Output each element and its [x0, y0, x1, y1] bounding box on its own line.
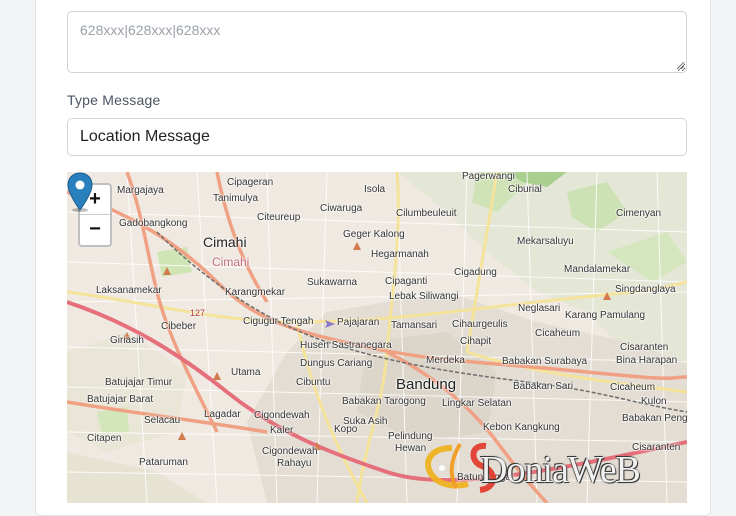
map-label-kebon-kangkung: Kebon Kangkung	[483, 422, 560, 433]
map-label-kaler: Kaler	[270, 425, 294, 436]
map-label-pajajaran: Pajajaran	[337, 317, 380, 328]
map-label-cigondewah: Cigondewah	[254, 410, 310, 421]
map-label-singdanglaya: Singdanglaya	[615, 284, 676, 295]
map-label-cibeber: Cibeber	[161, 321, 197, 332]
location-pin-icon[interactable]	[67, 172, 93, 212]
map-label-cihapit: Cihapit	[460, 336, 492, 347]
map-label-sukawarna: Sukawarna	[307, 277, 358, 288]
map-label-geger-kalong: Geger Kalong	[343, 229, 405, 240]
map-label-neglasari: Neglasari	[518, 303, 561, 314]
map-label-mekarsaluyu: Mekarsaluyu	[517, 236, 574, 247]
map-label-batujajar-barat: Batujajar Barat	[87, 394, 154, 405]
map-label-cilumbeuleuit: Cilumbeuleuit	[396, 208, 457, 219]
map-label-karang-pamulang: Karang Pamulang	[565, 310, 646, 321]
map-label-cigugur-tengah: Cigugur Tengah	[243, 316, 314, 327]
map-label-cigadung: Cigadung	[454, 267, 497, 278]
map-label-laksanamekar: Laksanamekar	[96, 285, 162, 296]
map-label-lingkar-selatan: Lingkar Selatan	[442, 398, 512, 409]
map-label-selacau: Selacau	[144, 415, 181, 426]
map-label-lebak-siliwangi: Lebak Siliwangi	[389, 291, 459, 302]
type-message-label: Type Message	[67, 92, 161, 108]
zoom-out-button[interactable]: −	[80, 215, 110, 244]
map-label-isola: Isola	[364, 184, 386, 195]
map-label-road-127: 127	[190, 308, 206, 318]
map-label-husen-sastranegara: Husen Sastranegara	[300, 340, 392, 351]
map-label-tamansari: Tamansari	[391, 320, 438, 331]
map-label-cisaranten: Cisaranten	[620, 342, 669, 353]
map-label-suka-asih: Suka Asih	[343, 416, 388, 427]
type-message-select[interactable]: Location Message	[67, 118, 687, 156]
map-label-merdeka: Merdeka	[426, 355, 465, 366]
map-label-cipaganti: Cipaganti	[385, 276, 428, 287]
map-label-tanimulya: Tanimulya	[213, 193, 259, 204]
map-label-gadobangkong: Gadobangkong	[119, 218, 188, 229]
map-label-bina-harapan: Bina Harapan	[616, 355, 678, 366]
map-label-giriasih: Giriasih	[110, 335, 144, 346]
map-label-cihaurgeulis: Cihaurgeulis	[452, 319, 508, 330]
map-label-karangmekar: Karangmekar	[225, 287, 286, 298]
map-label-babakan-tarogong: Babakan Tarogong	[342, 396, 426, 407]
map-label-pagerwangi: Pagerwangi	[462, 172, 515, 182]
map-label-kulon: Kulon	[641, 396, 667, 407]
map-label-utama: Utama	[231, 367, 261, 378]
map-label-bandung: Bandung	[396, 376, 457, 393]
map-label-margajaya: Margajaya	[117, 185, 164, 196]
map-label-cipageran: Cipageran	[227, 177, 274, 188]
map-label-cigondewah-2: Cigondewah	[262, 446, 318, 457]
map-label-babakan-surabaya: Babakan Surabaya	[502, 356, 588, 367]
map-label-babakan-sari: Babakan Sari	[513, 381, 574, 392]
map-label-cicaheum-2: Cicaheum	[610, 382, 656, 393]
map-label-dungus-cariang: Dungus Cariang	[300, 358, 373, 369]
map-label-ciwaruga: Ciwaruga	[320, 203, 363, 214]
map-label-hegarmanah: Hegarmanah	[371, 249, 429, 260]
map-label-cibuntu: Cibuntu	[296, 377, 331, 388]
map-label-lagadar: Lagadar	[204, 409, 241, 420]
map-label-cimahi-alt: Cimahi	[212, 255, 250, 269]
numbers-textarea[interactable]	[67, 11, 687, 73]
map-label-rahayu: Rahayu	[277, 458, 312, 469]
map-label-mandalamekar: Mandalamekar	[564, 264, 631, 275]
map-label-cimenyan: Cimenyan	[616, 208, 662, 219]
map-label-babakan-penghulu: Babakan Penghulu	[622, 413, 687, 424]
map-label-pataruman: Pataruman	[139, 457, 188, 468]
map-label-citeureup: Citeureup	[257, 212, 301, 223]
resize-grip-icon[interactable]	[676, 61, 685, 70]
map-label-cimahi: Cimahi	[203, 234, 247, 250]
map-label-batujajar-timur: Batujajar Timur	[105, 377, 173, 388]
map-label-ciburial: Ciburial	[508, 184, 542, 195]
watermark-text: DoniaWeB	[480, 449, 641, 491]
map-label-citapen: Citapen	[87, 433, 122, 444]
map-label-cicaheum: Cicaheum	[535, 328, 581, 339]
